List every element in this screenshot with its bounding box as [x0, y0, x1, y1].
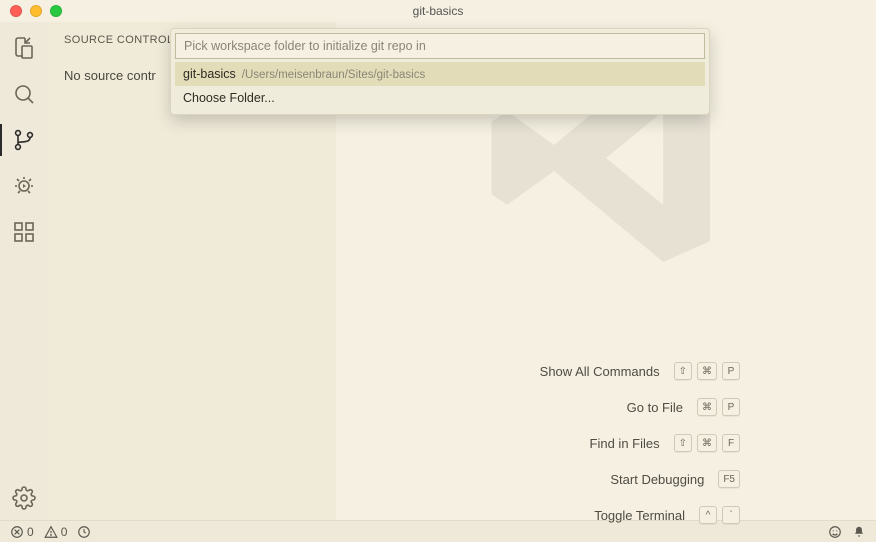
warning-icon [44, 525, 58, 539]
quick-pick-item-name: Choose Folder... [183, 91, 275, 105]
keycap: ⇧ [674, 362, 692, 380]
source-control-tab[interactable] [10, 126, 38, 154]
activity-bar [0, 22, 48, 520]
welcome-shortcuts: Show All Commands ⇧ ⌘ P Go to File ⌘ P F… [540, 362, 740, 524]
extensions-tab[interactable] [10, 218, 38, 246]
smiley-icon [828, 525, 842, 539]
quick-pick-item-name: git-basics [183, 67, 236, 81]
shortcut-keys: F5 [718, 470, 740, 488]
keycap: ` [722, 506, 740, 524]
bug-icon [12, 174, 36, 198]
statusbar: 0 0 [0, 520, 876, 542]
shortcut-row: Start Debugging F5 [540, 470, 740, 488]
quick-pick-item[interactable]: Choose Folder... [175, 86, 705, 110]
shortcut-label: Go to File [627, 400, 683, 415]
quick-pick-item-path: /Users/meisenbraun/Sites/git-basics [242, 69, 425, 81]
keycap: ⌘ [697, 362, 717, 380]
minimize-window-button[interactable] [30, 5, 42, 17]
close-window-button[interactable] [10, 5, 22, 17]
status-tasks[interactable] [77, 525, 91, 539]
explorer-tab[interactable] [10, 34, 38, 62]
quick-pick-input[interactable] [175, 33, 705, 59]
keycap: ⌘ [697, 434, 717, 452]
errors-count: 0 [27, 525, 34, 539]
quick-pick-list: git-basics /Users/meisenbraun/Sites/git-… [175, 62, 705, 110]
error-icon [10, 525, 24, 539]
window-title: git-basics [0, 4, 876, 18]
shortcut-row: Show All Commands ⇧ ⌘ P [540, 362, 740, 380]
keycap: P [722, 362, 740, 380]
debug-tab[interactable] [10, 172, 38, 200]
bell-icon [852, 525, 866, 539]
keycap: ⌘ [697, 398, 717, 416]
window-controls [10, 5, 62, 17]
warnings-count: 0 [61, 525, 68, 539]
maximize-window-button[interactable] [50, 5, 62, 17]
gear-icon [12, 486, 36, 510]
extensions-icon [12, 220, 36, 244]
search-icon [12, 82, 36, 106]
status-errors[interactable]: 0 [10, 525, 34, 539]
status-notifications[interactable] [852, 525, 866, 539]
search-tab[interactable] [10, 80, 38, 108]
shortcut-label: Toggle Terminal [594, 508, 685, 523]
status-warnings[interactable]: 0 [44, 525, 68, 539]
shortcut-row: Find in Files ⇧ ⌘ F [540, 434, 740, 452]
keycap: P [722, 398, 740, 416]
settings-gear[interactable] [10, 484, 38, 512]
keycap: ⇧ [674, 434, 692, 452]
shortcut-keys: ⇧ ⌘ F [674, 434, 740, 452]
keycap: ^ [699, 506, 717, 524]
shortcut-label: Find in Files [590, 436, 660, 451]
git-branch-icon [12, 128, 36, 152]
shortcut-label: Start Debugging [610, 472, 704, 487]
keycap: F [722, 434, 740, 452]
status-feedback[interactable] [828, 525, 842, 539]
quick-pick-item[interactable]: git-basics /Users/meisenbraun/Sites/git-… [175, 62, 705, 86]
shortcut-keys: ^ ` [699, 506, 740, 524]
shortcut-label: Show All Commands [540, 364, 660, 379]
shortcut-row: Toggle Terminal ^ ` [540, 506, 740, 524]
shortcut-keys: ⌘ P [697, 398, 740, 416]
titlebar: git-basics [0, 0, 876, 22]
history-icon [77, 525, 91, 539]
shortcut-row: Go to File ⌘ P [540, 398, 740, 416]
keycap: F5 [718, 470, 740, 488]
quick-pick-dialog: git-basics /Users/meisenbraun/Sites/git-… [170, 28, 710, 115]
files-icon [12, 36, 36, 60]
shortcut-keys: ⇧ ⌘ P [674, 362, 740, 380]
